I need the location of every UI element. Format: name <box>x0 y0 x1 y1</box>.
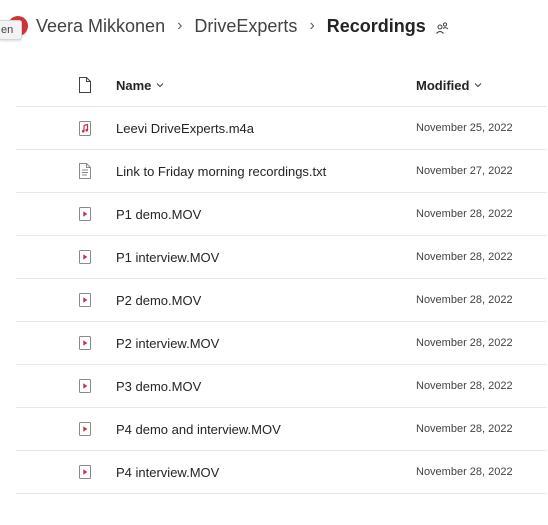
file-name-link[interactable]: P3 demo.MOV <box>116 365 201 407</box>
file-browser: M en Veera Mikkonen › DriveExperts › Rec… <box>0 0 548 525</box>
shared-people-icon[interactable] <box>435 21 449 35</box>
table-row[interactable]: P2 demo.MOV November 28, 2022 <box>16 279 547 322</box>
breadcrumb-item-current: Recordings <box>326 16 426 36</box>
column-header-name[interactable]: Name <box>116 64 164 106</box>
file-name-link[interactable]: P4 demo and interview.MOV <box>116 408 281 450</box>
video-file-icon <box>78 292 92 308</box>
file-modified-date: November 28, 2022 <box>416 208 513 220</box>
video-file-icon <box>78 421 92 437</box>
file-list: Name Modified Leevi DriveExperts.m4a Nove… <box>16 64 547 494</box>
file-rows: Leevi DriveExperts.m4a November 25, 2022 L… <box>16 107 547 494</box>
file-name-link[interactable]: P4 interview.MOV <box>116 451 219 493</box>
file-name-link[interactable]: P1 demo.MOV <box>116 193 201 235</box>
file-modified-date: November 28, 2022 <box>416 251 513 263</box>
chevron-down-icon <box>475 83 482 88</box>
chevron-down-icon <box>157 83 164 88</box>
tooltip: en <box>0 20 22 40</box>
file-name-link[interactable]: P2 demo.MOV <box>116 279 201 321</box>
video-file-icon <box>78 206 92 222</box>
breadcrumb-separator-icon: › <box>177 17 183 34</box>
file-modified-date: November 28, 2022 <box>416 380 513 392</box>
file-name-link[interactable]: P1 interview.MOV <box>116 236 219 278</box>
file-modified-date: November 28, 2022 <box>416 294 513 306</box>
file-modified-date: November 28, 2022 <box>416 337 513 349</box>
column-header-modified[interactable]: Modified <box>416 64 482 106</box>
file-modified-date: November 28, 2022 <box>416 466 513 478</box>
table-row[interactable]: P2 interview.MOV November 28, 2022 <box>16 322 547 365</box>
file-name-link[interactable]: P2 interview.MOV <box>116 322 219 364</box>
video-file-icon <box>78 335 92 351</box>
file-name-link[interactable]: Leevi DriveExperts.m4a <box>116 107 254 149</box>
table-row[interactable]: Leevi DriveExperts.m4a November 25, 2022 <box>16 107 547 150</box>
file-type-header-icon[interactable] <box>78 77 92 93</box>
table-row[interactable]: P3 demo.MOV November 28, 2022 <box>16 365 547 408</box>
audio-file-icon <box>78 120 92 136</box>
table-row[interactable]: P4 demo and interview.MOV November 28, 20… <box>16 408 547 451</box>
table-row[interactable]: Link to Friday morning recordings.txt Nov… <box>16 150 547 193</box>
text-file-icon <box>78 163 92 179</box>
file-modified-date: November 25, 2022 <box>416 122 513 134</box>
breadcrumb: Veera Mikkonen › DriveExperts › Recordin… <box>36 14 449 38</box>
file-modified-date: November 27, 2022 <box>416 165 513 177</box>
table-row[interactable]: P1 interview.MOV November 28, 2022 <box>16 236 547 279</box>
breadcrumb-item-folder[interactable]: DriveExperts <box>194 14 297 38</box>
breadcrumb-item-user[interactable]: Veera Mikkonen <box>36 14 165 38</box>
column-header-modified-label: Modified <box>416 77 470 93</box>
column-header-name-label: Name <box>116 77 152 93</box>
breadcrumb-separator-icon: › <box>309 17 315 34</box>
table-row[interactable]: P4 interview.MOV November 28, 2022 <box>16 451 547 494</box>
video-file-icon <box>78 464 92 480</box>
table-row[interactable]: P1 demo.MOV November 28, 2022 <box>16 193 547 236</box>
video-file-icon <box>78 249 92 265</box>
video-file-icon <box>78 378 92 394</box>
file-modified-date: November 28, 2022 <box>416 423 513 435</box>
list-header: Name Modified <box>16 64 547 107</box>
file-name-link[interactable]: Link to Friday morning recordings.txt <box>116 150 326 192</box>
